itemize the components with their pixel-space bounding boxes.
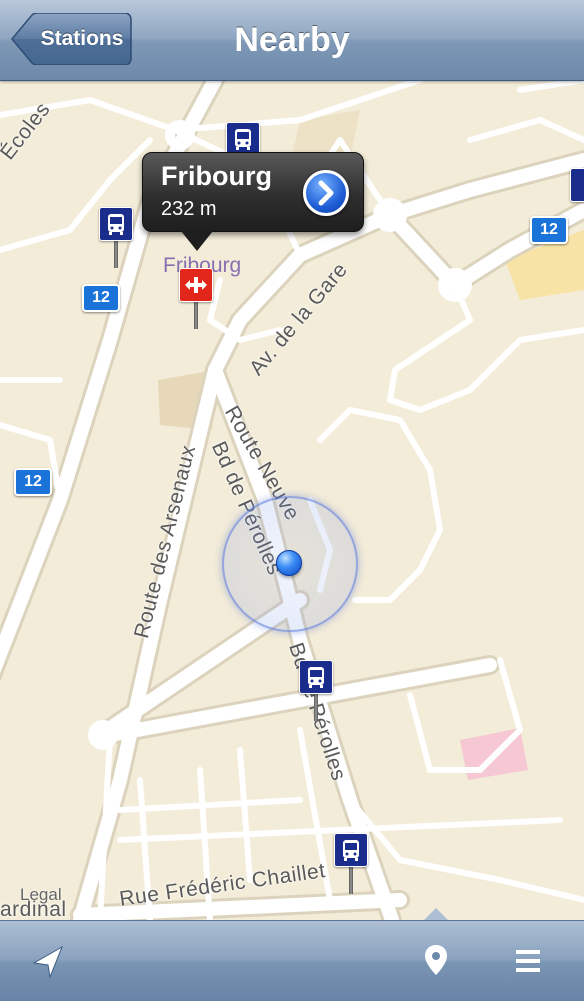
bus-icon (99, 207, 133, 241)
list-button[interactable] (508, 941, 548, 981)
route-badge: 12 (530, 216, 568, 244)
map-pin-button[interactable] (416, 941, 456, 981)
callout-title: Fribourg (161, 161, 272, 191)
legal-link[interactable]: Legal (20, 885, 62, 905)
chevron-right-icon (318, 180, 334, 206)
route-badge: 12 (82, 284, 120, 312)
station-callout[interactable]: Fribourg 232 m (142, 152, 364, 251)
location-arrow-button[interactable] (28, 941, 68, 981)
bus-stop-pin[interactable] (299, 660, 375, 724)
back-button[interactable]: Stations (10, 13, 132, 65)
toolbar-notch (424, 908, 448, 920)
route-badge: 12 (14, 468, 52, 496)
bottom-toolbar (0, 920, 584, 1001)
list-icon (516, 950, 540, 972)
bus-icon (226, 122, 260, 156)
page-title: Nearby (234, 21, 350, 59)
bus-icon (334, 833, 368, 867)
user-location-accuracy (222, 496, 358, 632)
user-location-dot (276, 550, 302, 576)
train-icon (179, 268, 213, 302)
navigation-bar: Stations Nearby (0, 0, 584, 81)
callout-distance: 232 m (161, 198, 217, 220)
location-arrow-icon (32, 945, 63, 979)
map-pin-icon (425, 945, 447, 975)
bus-stop-pin[interactable] (334, 833, 410, 897)
bus-icon (299, 660, 333, 694)
bus-stop-pin[interactable] (570, 168, 584, 232)
bus-icon (570, 168, 584, 202)
train-station-pin[interactable] (179, 268, 255, 332)
disclosure-button[interactable] (303, 170, 349, 216)
bus-stop-pin[interactable] (99, 207, 175, 271)
back-button-label: Stations (40, 27, 124, 50)
